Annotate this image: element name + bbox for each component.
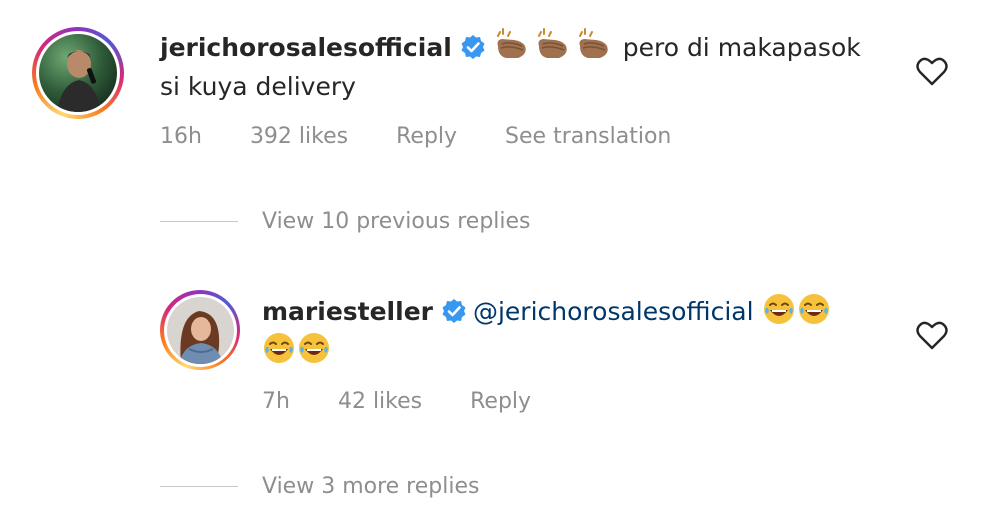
view-previous-replies[interactable]: View 10 previous replies [160, 209, 531, 234]
avatar-jerichorosalesofficial[interactable] [32, 27, 124, 119]
likes-count[interactable]: 42 likes [338, 389, 422, 414]
likes-count[interactable]: 392 likes [250, 124, 348, 149]
joy-emoji-icon [299, 333, 329, 363]
joy-emoji-icon [264, 333, 294, 363]
profile-photo [39, 34, 117, 112]
view-previous-replies-label: View 10 previous replies [262, 209, 531, 234]
comment-body: jerichorosalesofficial pero di makapasok… [160, 28, 880, 106]
timestamp: 16h [160, 124, 202, 149]
timestamp: 7h [262, 389, 290, 414]
verified-badge-icon [442, 299, 466, 323]
like-heart-icon[interactable] [916, 320, 948, 350]
comments-thread: jerichorosalesofficial pero di makapasok… [0, 0, 1000, 527]
reply-button[interactable]: Reply [470, 389, 531, 414]
reply-button[interactable]: Reply [396, 124, 457, 149]
username-link[interactable]: jerichorosalesofficial [160, 33, 452, 62]
view-more-replies[interactable]: View 3 more replies [160, 474, 479, 499]
divider [160, 221, 238, 222]
joy-emoji-icon [798, 294, 829, 324]
see-translation-button[interactable]: See translation [505, 124, 671, 149]
clap-emoji-icon [578, 28, 608, 58]
view-more-replies-label: View 3 more replies [262, 474, 480, 499]
comment-text-line1: pero di makapasok [622, 33, 861, 62]
profile-photo [166, 296, 234, 364]
reply-meta: 7h 42 likes Reply [262, 389, 579, 414]
avatar-mariesteller[interactable] [160, 290, 240, 370]
mention-link[interactable]: @jerichorosalesofficial [473, 297, 754, 326]
comment-text-line2: si kuya delivery [160, 72, 356, 101]
divider [160, 486, 238, 487]
comment-meta: 16h 392 likes Reply See translation [160, 124, 719, 149]
clap-emoji-icon [496, 28, 526, 58]
reply-body: mariesteller @jerichorosalesofficial [262, 292, 882, 370]
username-link[interactable]: mariesteller [262, 297, 433, 326]
verified-badge-icon [461, 35, 485, 59]
clap-emoji-icon [537, 28, 567, 58]
joy-emoji-icon [763, 294, 794, 324]
like-heart-icon[interactable] [916, 56, 948, 86]
